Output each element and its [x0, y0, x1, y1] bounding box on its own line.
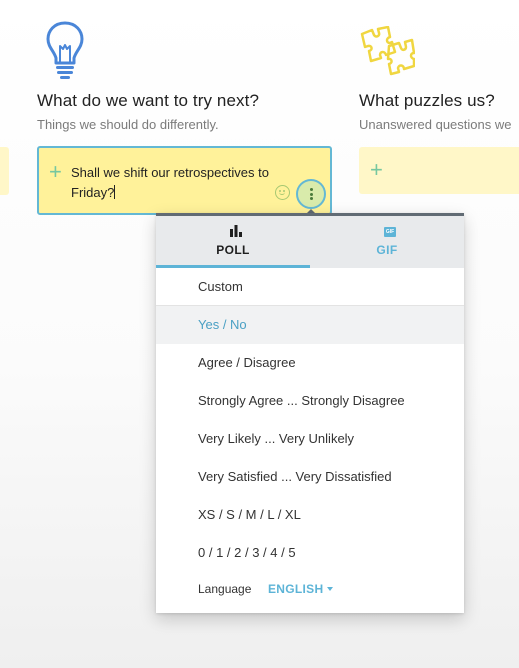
card-text-input[interactable]: Shall we shift our retrospectives to Fri… — [71, 163, 281, 203]
editing-card[interactable]: + Shall we shift our retrospectives to F… — [37, 146, 332, 215]
menu-item-yes-no[interactable]: Yes / No — [156, 306, 464, 344]
column-puzzles: What puzzles us? Unanswered questions we… — [359, 0, 519, 220]
kebab-menu-icon[interactable] — [296, 179, 326, 209]
poll-options-list: Custom Yes / No Agree / Disagree Strongl… — [156, 268, 464, 572]
smiley-icon[interactable] — [275, 185, 290, 200]
language-select[interactable]: ENGLISH — [268, 582, 334, 596]
poll-menu: POLL GIF GIF Custom Yes / No Agree / Dis… — [156, 213, 464, 613]
puzzle-icon — [360, 26, 415, 76]
card-text: Shall we shift our retrospectives to Fri… — [71, 165, 269, 200]
column-title: What do we want to try next? — [37, 91, 260, 110]
tab-poll[interactable]: POLL — [156, 216, 310, 268]
language-label: Language — [198, 582, 252, 596]
column-subtitle: Unanswered questions we — [359, 117, 512, 132]
menu-item-custom[interactable]: Custom — [156, 268, 464, 306]
menu-item-very-satisfied[interactable]: Very Satisfied ... Very Dissatisfied — [156, 458, 464, 496]
text-caret — [114, 185, 116, 199]
column-title: What puzzles us? — [359, 91, 495, 110]
tab-label: POLL — [216, 243, 250, 257]
menu-item-very-likely[interactable]: Very Likely ... Very Unlikely — [156, 420, 464, 458]
column-subtitle: Things we should do differently. — [37, 117, 219, 132]
chevron-down-icon — [327, 587, 334, 591]
tab-gif[interactable]: GIF GIF — [310, 216, 464, 268]
gif-icon: GIF — [384, 227, 396, 237]
menu-item-agree-disagree[interactable]: Agree / Disagree — [156, 344, 464, 382]
menu-item-strongly-agree[interactable]: Strongly Agree ... Strongly Disagree — [156, 382, 464, 420]
add-card-button[interactable]: + — [359, 147, 519, 194]
tab-label: GIF — [376, 243, 398, 257]
bar-chart-icon — [230, 225, 242, 237]
language-value: ENGLISH — [268, 582, 324, 596]
card-stub[interactable] — [0, 147, 9, 195]
add-icon: + — [49, 159, 62, 184]
lightbulb-icon — [46, 21, 84, 79]
menu-item-sizes[interactable]: XS / S / M / L / XL — [156, 496, 464, 534]
add-icon: + — [370, 157, 383, 182]
menu-item-scale-0-5[interactable]: 0 / 1 / 2 / 3 / 4 / 5 — [156, 534, 464, 572]
menu-tabs: POLL GIF GIF — [156, 216, 464, 268]
